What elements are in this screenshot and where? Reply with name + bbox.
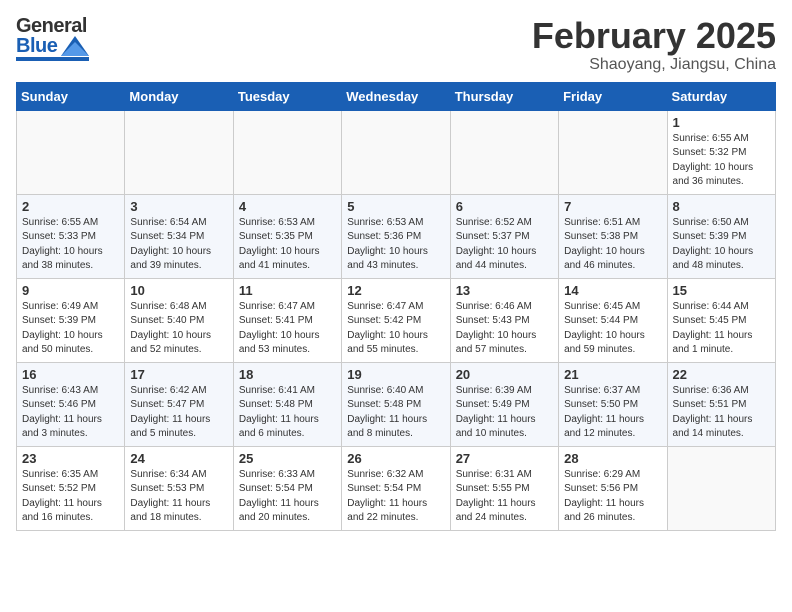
weekday-header-saturday: Saturday: [667, 82, 775, 110]
calendar-day-16: 16Sunrise: 6:43 AM Sunset: 5:46 PM Dayli…: [17, 362, 125, 446]
calendar-day-14: 14Sunrise: 6:45 AM Sunset: 5:44 PM Dayli…: [559, 278, 667, 362]
page-header: General Blue February 2025 Shaoyang, Jia…: [16, 16, 776, 74]
logo: General Blue: [16, 16, 89, 61]
weekday-header-monday: Monday: [125, 82, 233, 110]
calendar-day-22: 22Sunrise: 6:36 AM Sunset: 5:51 PM Dayli…: [667, 362, 775, 446]
weekday-header-friday: Friday: [559, 82, 667, 110]
weekday-header-thursday: Thursday: [450, 82, 558, 110]
month-title: February 2025: [532, 16, 776, 56]
weekday-header-sunday: Sunday: [17, 82, 125, 110]
weekday-header-wednesday: Wednesday: [342, 82, 450, 110]
calendar-week-row: 2Sunrise: 6:55 AM Sunset: 5:33 PM Daylig…: [17, 194, 776, 278]
empty-day: [342, 110, 450, 194]
title-block: February 2025 Shaoyang, Jiangsu, China: [532, 16, 776, 74]
calendar-day-11: 11Sunrise: 6:47 AM Sunset: 5:41 PM Dayli…: [233, 278, 341, 362]
calendar-day-6: 6Sunrise: 6:52 AM Sunset: 5:37 PM Daylig…: [450, 194, 558, 278]
empty-day: [125, 110, 233, 194]
calendar-day-3: 3Sunrise: 6:54 AM Sunset: 5:34 PM Daylig…: [125, 194, 233, 278]
calendar-day-10: 10Sunrise: 6:48 AM Sunset: 5:40 PM Dayli…: [125, 278, 233, 362]
calendar-day-1: 1Sunrise: 6:55 AM Sunset: 5:32 PM Daylig…: [667, 110, 775, 194]
calendar-day-26: 26Sunrise: 6:32 AM Sunset: 5:54 PM Dayli…: [342, 446, 450, 530]
calendar-day-21: 21Sunrise: 6:37 AM Sunset: 5:50 PM Dayli…: [559, 362, 667, 446]
empty-day: [17, 110, 125, 194]
empty-day: [559, 110, 667, 194]
calendar-day-12: 12Sunrise: 6:47 AM Sunset: 5:42 PM Dayli…: [342, 278, 450, 362]
calendar-day-18: 18Sunrise: 6:41 AM Sunset: 5:48 PM Dayli…: [233, 362, 341, 446]
location-title: Shaoyang, Jiangsu, China: [532, 56, 776, 74]
calendar-day-7: 7Sunrise: 6:51 AM Sunset: 5:38 PM Daylig…: [559, 194, 667, 278]
empty-day: [233, 110, 341, 194]
calendar-day-28: 28Sunrise: 6:29 AM Sunset: 5:56 PM Dayli…: [559, 446, 667, 530]
calendar-week-row: 1Sunrise: 6:55 AM Sunset: 5:32 PM Daylig…: [17, 110, 776, 194]
calendar-week-row: 16Sunrise: 6:43 AM Sunset: 5:46 PM Dayli…: [17, 362, 776, 446]
calendar-day-27: 27Sunrise: 6:31 AM Sunset: 5:55 PM Dayli…: [450, 446, 558, 530]
calendar-week-row: 23Sunrise: 6:35 AM Sunset: 5:52 PM Dayli…: [17, 446, 776, 530]
empty-day: [667, 446, 775, 530]
calendar-day-23: 23Sunrise: 6:35 AM Sunset: 5:52 PM Dayli…: [17, 446, 125, 530]
calendar-day-5: 5Sunrise: 6:53 AM Sunset: 5:36 PM Daylig…: [342, 194, 450, 278]
calendar-week-row: 9Sunrise: 6:49 AM Sunset: 5:39 PM Daylig…: [17, 278, 776, 362]
calendar-day-2: 2Sunrise: 6:55 AM Sunset: 5:33 PM Daylig…: [17, 194, 125, 278]
weekday-header-row: SundayMondayTuesdayWednesdayThursdayFrid…: [17, 82, 776, 110]
calendar-day-15: 15Sunrise: 6:44 AM Sunset: 5:45 PM Dayli…: [667, 278, 775, 362]
calendar-day-19: 19Sunrise: 6:40 AM Sunset: 5:48 PM Dayli…: [342, 362, 450, 446]
calendar-day-24: 24Sunrise: 6:34 AM Sunset: 5:53 PM Dayli…: [125, 446, 233, 530]
calendar-table: SundayMondayTuesdayWednesdayThursdayFrid…: [16, 82, 776, 531]
calendar-day-9: 9Sunrise: 6:49 AM Sunset: 5:39 PM Daylig…: [17, 278, 125, 362]
empty-day: [450, 110, 558, 194]
weekday-header-tuesday: Tuesday: [233, 82, 341, 110]
calendar-day-17: 17Sunrise: 6:42 AM Sunset: 5:47 PM Dayli…: [125, 362, 233, 446]
calendar-day-4: 4Sunrise: 6:53 AM Sunset: 5:35 PM Daylig…: [233, 194, 341, 278]
calendar-day-25: 25Sunrise: 6:33 AM Sunset: 5:54 PM Dayli…: [233, 446, 341, 530]
calendar-day-20: 20Sunrise: 6:39 AM Sunset: 5:49 PM Dayli…: [450, 362, 558, 446]
calendar-day-8: 8Sunrise: 6:50 AM Sunset: 5:39 PM Daylig…: [667, 194, 775, 278]
calendar-day-13: 13Sunrise: 6:46 AM Sunset: 5:43 PM Dayli…: [450, 278, 558, 362]
